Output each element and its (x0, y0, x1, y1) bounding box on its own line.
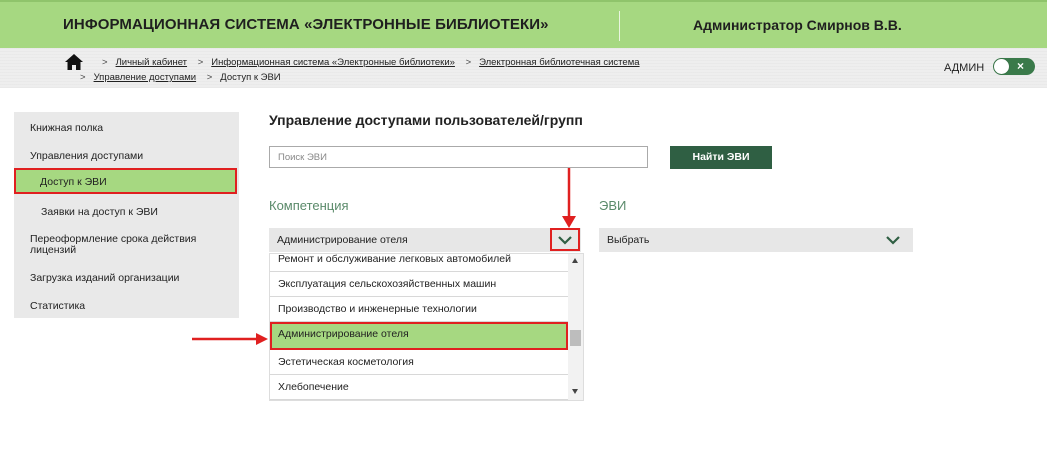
breadcrumb-separator: > (465, 57, 472, 68)
scroll-up-icon[interactable] (572, 258, 578, 263)
sidebar-item-statistics[interactable]: Статистика (30, 300, 85, 312)
header-divider (619, 11, 620, 41)
breadcrumb: > Личный кабинет > Информационная система … (80, 56, 640, 83)
search-input[interactable]: Поиск ЭВИ (269, 146, 648, 168)
list-item[interactable]: Хлебопечение (270, 375, 568, 400)
top-header: ИНФОРМАЦИОННАЯ СИСТЕМА «ЭЛЕКТРОННЫЕ БИБЛ… (0, 0, 1047, 48)
admin-toggle[interactable]: × (993, 58, 1035, 75)
breadcrumb-current: Доступ к ЭВИ (220, 72, 281, 83)
annotation-arrow-right (192, 333, 268, 345)
evi-select[interactable]: Выбрать (599, 228, 913, 252)
breadcrumb-separator: > (80, 72, 86, 83)
home-icon[interactable] (64, 53, 84, 71)
toggle-knob (994, 59, 1009, 74)
list-scrollbar[interactable] (568, 254, 583, 400)
list-item[interactable]: Производство и инженерные технологии (270, 297, 568, 322)
breadcrumb-separator: > (197, 57, 204, 68)
breadcrumb-link-ebs[interactable]: Электронная библиотечная система (479, 57, 639, 68)
breadcrumb-bar: > Личный кабинет > Информационная система … (0, 48, 1047, 88)
list-item[interactable]: Эстетическая косметология (270, 350, 568, 375)
scroll-down-icon[interactable] (572, 389, 578, 394)
sidebar-item-license-renewal[interactable]: Переоформление срока действия лицензий (30, 234, 220, 256)
list-item[interactable]: Ремонт и обслуживание легковых автомобил… (270, 254, 568, 272)
breadcrumb-link-access-management[interactable]: Управление доступами (94, 72, 197, 83)
list-item[interactable]: Эксплуатация сельскохозяйственных машин (270, 272, 568, 297)
sidebar-item-access-management[interactable]: Управления доступами (30, 150, 143, 162)
sidebar-item-evi-requests[interactable]: Заявки на доступ к ЭВИ (41, 206, 158, 218)
list-item-selected[interactable]: Администрирование отеля (270, 322, 568, 350)
breadcrumb-link-info-system[interactable]: Информационная система «Электронные библ… (211, 57, 455, 68)
competence-select[interactable]: Администрирование отеля (269, 228, 581, 252)
sidebar: Книжная полка Управления доступами Досту… (14, 112, 239, 318)
breadcrumb-link-cabinet[interactable]: Личный кабинет (116, 57, 187, 68)
breadcrumb-separator: > (102, 57, 108, 68)
sidebar-item-label: Доступ к ЭВИ (40, 176, 107, 188)
page-title: Управление доступами пользователей/групп (269, 112, 583, 128)
competence-select-value: Администрирование отеля (277, 234, 408, 246)
chevron-down-icon (558, 236, 572, 245)
chevron-down-icon (886, 236, 900, 245)
evi-label: ЭВИ (599, 198, 627, 213)
user-name[interactable]: Администратор Смирнов В.В. (693, 17, 902, 33)
find-evi-button[interactable]: Найти ЭВИ (670, 146, 772, 169)
scroll-thumb[interactable] (570, 330, 581, 346)
annotation-arrow-down (562, 168, 576, 228)
close-icon: × (1017, 59, 1025, 73)
sidebar-item-evi-access[interactable]: Доступ к ЭВИ (14, 168, 237, 194)
sidebar-item-bookshelf[interactable]: Книжная полка (30, 122, 103, 134)
breadcrumb-separator: > (206, 72, 213, 83)
system-title: ИНФОРМАЦИОННАЯ СИСТЕМА «ЭЛЕКТРОННЫЕ БИБЛ… (63, 16, 549, 33)
competence-dropdown-toggle[interactable] (550, 228, 580, 251)
evi-select-value: Выбрать (607, 234, 650, 246)
competence-label: Компетенция (269, 198, 349, 213)
competence-options-list: Ремонт и обслуживание легковых автомобил… (269, 253, 584, 401)
sidebar-item-upload-publications[interactable]: Загрузка изданий организации (30, 272, 179, 284)
admin-label: АДМИН (944, 62, 985, 74)
